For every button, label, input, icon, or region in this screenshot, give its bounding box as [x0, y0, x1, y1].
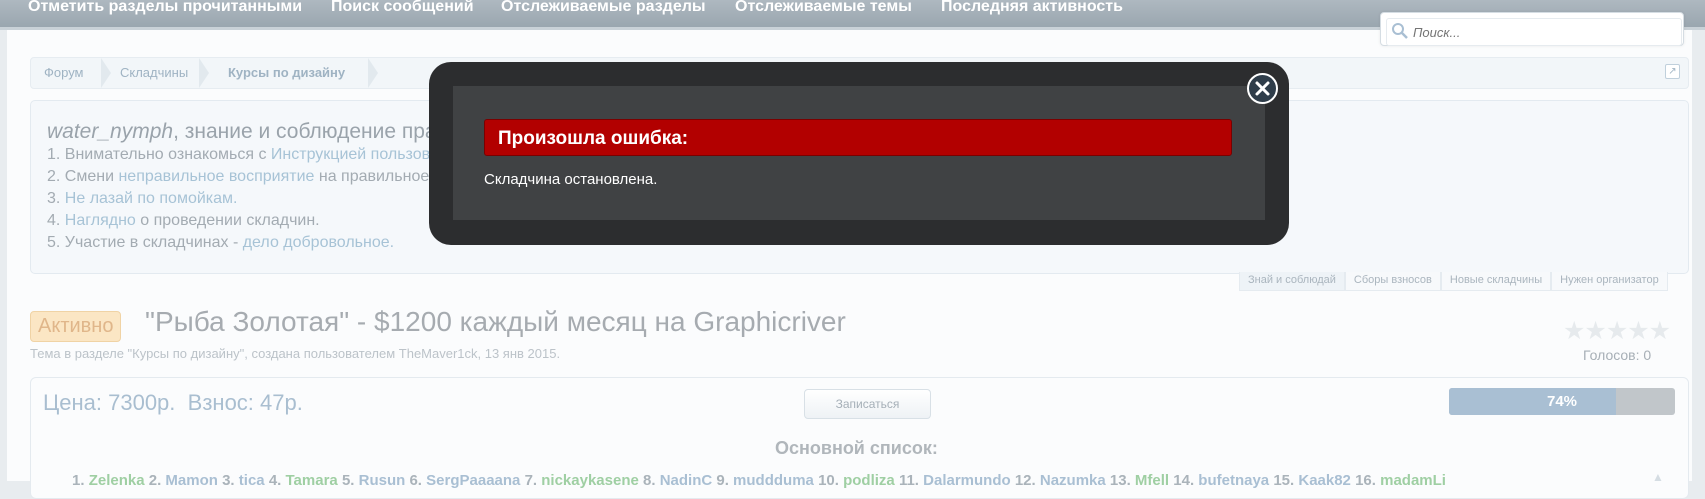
- search-input[interactable]: [1411, 23, 1665, 41]
- error-message: Складчина остановлена.: [484, 171, 658, 188]
- close-modal-button[interactable]: [1247, 73, 1278, 104]
- breadcrumb-separator: [199, 58, 209, 88]
- breadcrumb-forum[interactable]: Форум: [44, 65, 84, 80]
- notice-line-5: 5. Участие в складчинах - дело доброволь…: [47, 234, 395, 251]
- scroll-top-icon[interactable]: ▲: [1652, 470, 1672, 484]
- progress-label: 74%: [1546, 393, 1578, 410]
- close-icon: [1249, 75, 1276, 102]
- notice-tabs: Знай и соблюдай Сборы взносов Новые скла…: [1239, 272, 1668, 291]
- tab-know-rules[interactable]: Знай и соблюдай: [1239, 272, 1345, 291]
- breadcrumb-design-courses[interactable]: Курсы по дизайну: [228, 65, 345, 80]
- breadcrumb-separator: [101, 58, 111, 88]
- join-button[interactable]: Записаться: [804, 389, 931, 419]
- thread-title: "Рыба Золотая" - $1200 каждый месяц на G…: [145, 306, 846, 337]
- progress-bar: 74%: [1449, 388, 1675, 415]
- breadcrumb-separator: [368, 58, 378, 88]
- thread-meta: Тема в разделе "Курсы по дизайну", созда…: [30, 346, 561, 361]
- breadcrumb-skladchiny[interactable]: Складчины: [120, 65, 188, 80]
- price-info: Цена: 7300р. Взнос: 47р.: [43, 390, 303, 416]
- link-no-dumps[interactable]: Не лазай по помойкам.: [65, 190, 238, 207]
- rating-stars[interactable]: ★★★★★: [1563, 316, 1671, 346]
- notice-line-2: 2. Смени неправильное восприятие на прав…: [47, 168, 434, 185]
- notice-line-3: 3. Не лазай по помойкам.: [47, 190, 238, 207]
- error-title: Произошла ошибка:: [484, 119, 1232, 156]
- price-value: Цена: 7300р.: [43, 390, 176, 415]
- fee-value: Взнос: 47р.: [187, 390, 303, 415]
- link-visual[interactable]: Наглядно: [65, 212, 136, 229]
- nav-watched-forums[interactable]: Отслеживаемые разделы: [501, 0, 706, 16]
- vote-count: Голосов: 0: [1583, 347, 1652, 363]
- nav-search-messages[interactable]: Поиск сообщений: [331, 0, 474, 16]
- link-perception[interactable]: неправильное восприятие: [118, 168, 314, 185]
- nav-watched-threads[interactable]: Отслеживаемые темы: [735, 0, 912, 16]
- participants-title: Основной список:: [775, 438, 938, 458]
- notice-title-text: , знание и соблюдение правил: [173, 120, 472, 143]
- nav-mark-read[interactable]: Отметить разделы прочитанными: [28, 0, 302, 16]
- tab-collections[interactable]: Сборы взносов: [1344, 272, 1441, 291]
- notice-line-4: 4. Наглядно о проведении складчин.: [47, 212, 320, 229]
- status-badge: Активно: [30, 311, 122, 342]
- search-icon: [1391, 22, 1411, 42]
- nav-recent-activity[interactable]: Последняя активность: [941, 0, 1123, 16]
- tab-new-skladchiny[interactable]: Новые складчины: [1440, 272, 1552, 291]
- link-voluntary[interactable]: дело добровольное.: [243, 234, 394, 251]
- notice-username: water_nymph: [47, 120, 174, 143]
- notice-title: water_nymph, знание и соблюдение правил: [47, 120, 472, 144]
- expand-icon[interactable]: ↗: [1665, 64, 1680, 79]
- tab-need-organizer[interactable]: Нужен организатор: [1551, 272, 1668, 291]
- search-field[interactable]: [1386, 18, 1682, 46]
